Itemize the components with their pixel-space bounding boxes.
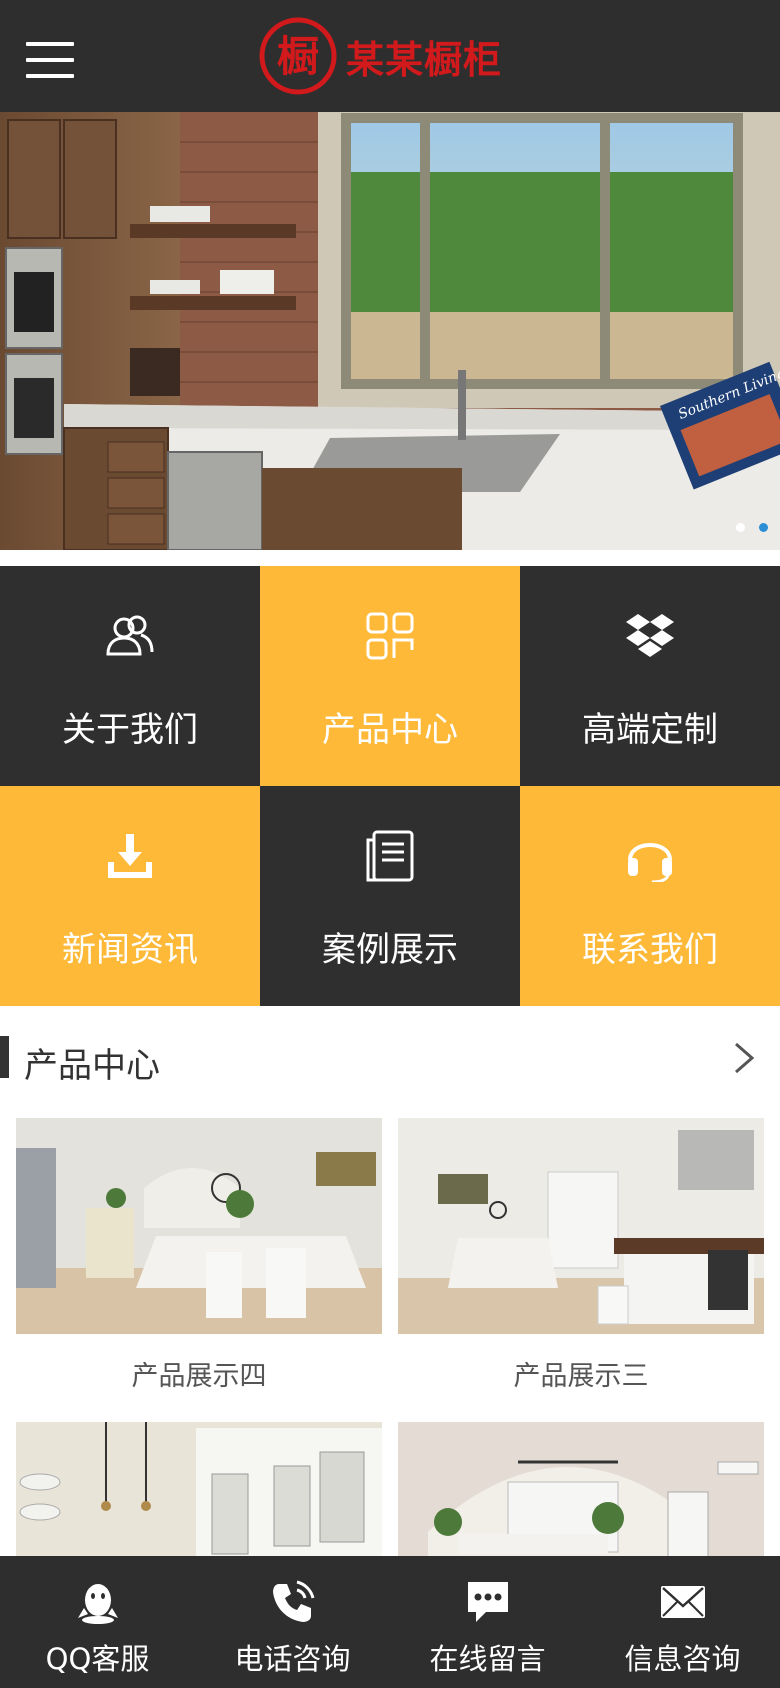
brand-name: 某某橱柜 — [346, 37, 503, 82]
tab-label: 信息咨询 — [624, 1642, 741, 1676]
headset-icon — [628, 843, 672, 882]
phone-icon — [273, 1580, 315, 1622]
logo-seal-icon: 橱 — [259, 17, 337, 95]
nav-custom[interactable]: 高端定制 — [520, 566, 780, 786]
section-title: 产品中心 — [24, 1046, 160, 1086]
nav-contact[interactable]: 联系我们 — [520, 786, 780, 1006]
product-caption: 产品展示三 — [513, 1361, 649, 1392]
nav-about-us[interactable]: 关于我们 — [0, 566, 260, 786]
product-card[interactable]: 产品展示四 — [16, 1118, 382, 1393]
bottom-contact-bar: QQ客服 电话咨询 在线留言 信息咨询 — [0, 1556, 780, 1688]
mail-icon — [661, 1586, 705, 1618]
users-icon — [106, 615, 154, 656]
section-accent-bar — [0, 1036, 9, 1078]
nav-label: 关于我们 — [62, 710, 198, 750]
product-image — [398, 1118, 764, 1334]
tab-online-message[interactable]: 在线留言 — [390, 1556, 585, 1688]
tab-label: QQ客服 — [45, 1642, 150, 1676]
tab-info-consult[interactable]: 信息咨询 — [585, 1556, 780, 1688]
nav-news[interactable]: 新闻资讯 — [0, 786, 260, 1006]
nav-product-center[interactable]: 产品中心 — [260, 566, 520, 786]
grid-icon — [366, 612, 414, 660]
product-card[interactable]: 产品展示三 — [398, 1118, 764, 1393]
tab-label: 在线留言 — [429, 1642, 546, 1676]
hero-banner[interactable]: Southern Living — [0, 112, 780, 550]
category-nav-grid: 关于我们 产品中心 高端定制 新闻资讯 案例展示 联系我们 — [0, 566, 780, 1006]
nav-label: 产品中心 — [322, 710, 458, 750]
carousel-dot-active[interactable] — [759, 523, 768, 532]
nav-label: 高端定制 — [582, 710, 718, 750]
carousel-dots — [736, 523, 768, 532]
menu-button[interactable] — [26, 40, 74, 80]
qq-icon — [78, 1584, 118, 1624]
nav-label: 案例展示 — [322, 930, 458, 970]
kitchen-photo: Southern Living — [0, 112, 780, 550]
nav-label: 联系我们 — [582, 930, 718, 970]
product-image — [16, 1118, 382, 1334]
hamburger-icon-line — [26, 74, 74, 78]
chevron-right-icon[interactable] — [732, 1040, 756, 1076]
logo-glyph: 橱 — [277, 32, 319, 81]
document-icon — [366, 830, 414, 882]
nav-cases[interactable]: 案例展示 — [260, 786, 520, 1006]
tab-label: 电话咨询 — [234, 1642, 351, 1676]
download-icon — [108, 834, 152, 878]
brand-logo[interactable]: 橱 某某橱柜 — [258, 16, 502, 96]
carousel-dot[interactable] — [736, 523, 745, 532]
product-caption: 产品展示四 — [131, 1361, 267, 1392]
nav-label: 新闻资讯 — [62, 930, 198, 970]
dropbox-icon — [626, 614, 674, 657]
top-header: 橱 某某橱柜 — [0, 0, 780, 112]
product-section-header: 产品中心 — [0, 1034, 780, 1086]
tab-qq-service[interactable]: QQ客服 — [0, 1556, 195, 1688]
chat-icon — [468, 1582, 508, 1622]
hamburger-icon-line — [26, 58, 74, 62]
tab-phone-consult[interactable]: 电话咨询 — [195, 1556, 390, 1688]
hamburger-icon-line — [26, 42, 74, 46]
